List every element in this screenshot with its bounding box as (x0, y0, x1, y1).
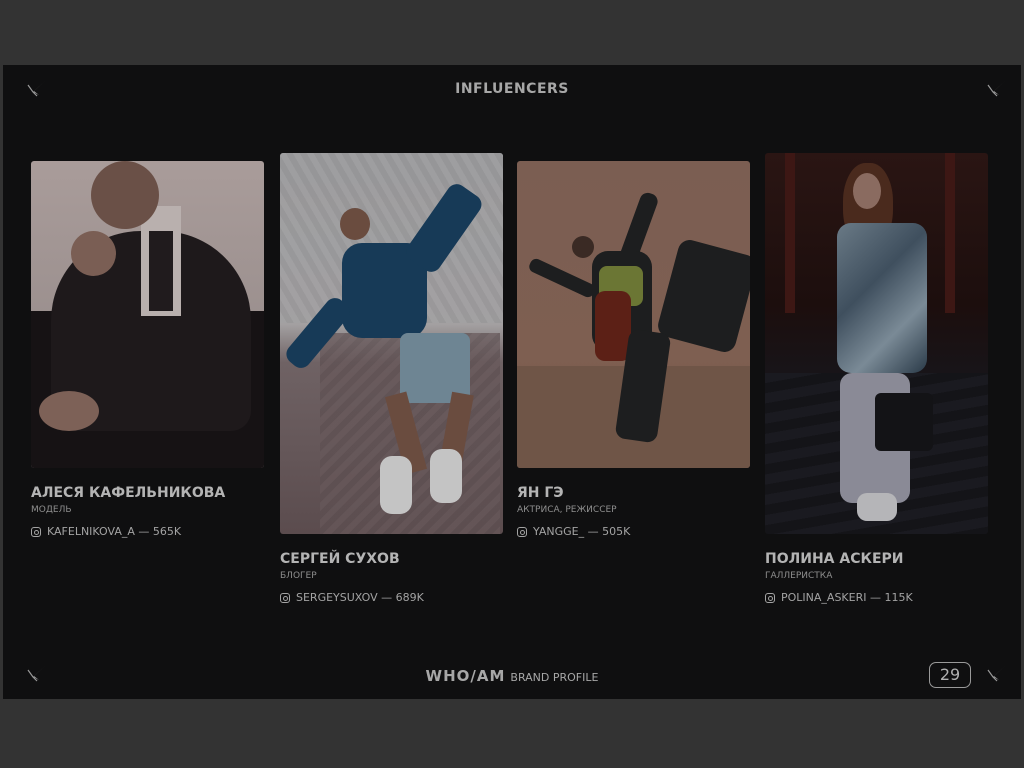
influencer-role: АКТРИСА, РЕЖИССЕР (517, 505, 617, 515)
influencer-photo (31, 161, 264, 468)
presentation-slide: INFLUENCERS АЛЕСЯ КАФЕЛЬНИКОВА МОДЕЛЬ KA… (3, 65, 1021, 699)
brand-subtitle: BRAND PROFILE (510, 671, 599, 684)
influencer-role: МОДЕЛЬ (31, 505, 72, 515)
influencer-name: АЛЕСЯ КАФЕЛЬНИКОВА (31, 485, 226, 501)
page-number: 29 (929, 662, 971, 688)
influencer-handle-text: POLINA_ASKERI — 115K (781, 591, 913, 604)
influencer-photo (517, 161, 750, 468)
brand-logo: WHO/AM (425, 667, 506, 685)
influencer-photo (765, 153, 988, 534)
influencer-handle[interactable]: SERGEYSUXOV — 689K (280, 591, 424, 604)
influencer-handle[interactable]: YANGGE_ — 505K (517, 525, 630, 538)
influencer-photo (280, 153, 503, 534)
influencer-handle-text: KAFELNIKOVA_A — 565K (47, 525, 182, 538)
instagram-icon (517, 526, 527, 537)
footer-brand: WHO/AM BRAND PROFILE (3, 666, 1021, 685)
page-title: INFLUENCERS (455, 81, 569, 97)
influencer-name: ЯН ГЭ (517, 485, 564, 501)
instagram-icon (31, 526, 41, 537)
influencer-handle-text: SERGEYSUXOV — 689K (296, 591, 424, 604)
influencer-name: СЕРГЕЙ СУХОВ (280, 551, 400, 567)
influencer-handle[interactable]: POLINA_ASKERI — 115K (765, 591, 913, 604)
influencer-handle[interactable]: KAFELNIKOVA_A — 565K (31, 525, 181, 538)
influencer-handle-text: YANGGE_ — 505K (533, 525, 631, 538)
influencer-role: ГАЛЛЕРИСТКА (765, 571, 833, 581)
influencer-name: ПОЛИНА АСКЕРИ (765, 551, 904, 567)
instagram-icon (280, 592, 290, 603)
instagram-icon (765, 592, 775, 603)
influencer-role: БЛОГЕР (280, 571, 317, 581)
